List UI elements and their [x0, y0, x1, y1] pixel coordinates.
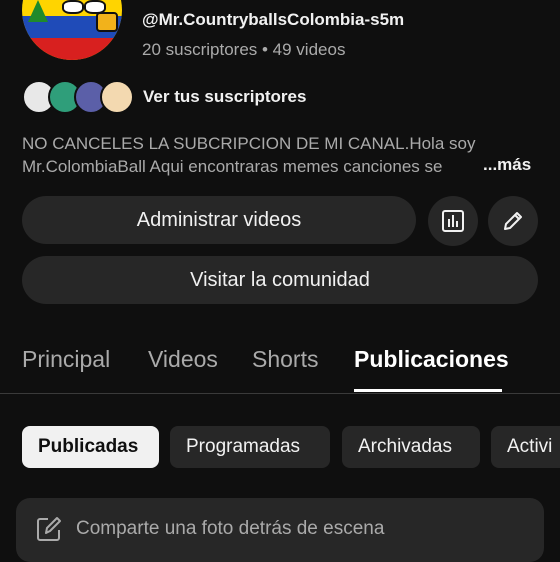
description-line: NO CANCELES LA SUBCRIPCION DE MI CANAL.H…: [22, 134, 476, 153]
more-link[interactable]: ...más: [483, 155, 531, 175]
visit-community-label: Visitar la comunidad: [190, 268, 370, 291]
channel-avatar[interactable]: [22, 0, 122, 60]
pencil-icon: [504, 212, 522, 230]
chip-label: Activi: [507, 436, 553, 457]
avatar-flag-red: [22, 38, 122, 60]
thumbs-up-icon: [96, 12, 118, 32]
tab-videos[interactable]: Videos: [148, 346, 218, 373]
tab-publicaciones[interactable]: Publicaciones: [354, 346, 509, 373]
description-fade: [440, 155, 480, 178]
tab-shorts[interactable]: Shorts: [252, 346, 318, 373]
description-text: Mr.ColombiaBall Aqui encontraras memes c…: [22, 157, 443, 176]
chip-label: Programadas: [186, 436, 301, 457]
chip-programadas[interactable]: Programadas: [170, 426, 330, 468]
channel-stats: 20 suscriptores • 49 videos: [142, 40, 346, 59]
chip-archivadas[interactable]: Archivadas: [342, 426, 480, 468]
subscriber-avatar: [100, 80, 134, 114]
chip-actividad[interactable]: Activi: [491, 426, 560, 468]
manage-videos-button[interactable]: Administrar videos: [22, 196, 416, 244]
tab-principal[interactable]: Principal: [22, 346, 110, 373]
compose-post-box[interactable]: Comparte una foto detrás de escena: [16, 498, 544, 562]
christmas-tree-icon: [28, 0, 48, 22]
compose-placeholder: Comparte una foto detrás de escena: [76, 518, 385, 539]
analytics-icon: [442, 210, 464, 232]
tabs-divider: [0, 393, 560, 394]
view-subscribers-link[interactable]: Ver tus suscriptores: [143, 87, 306, 107]
chip-label: Publicadas: [38, 436, 139, 457]
chip-publicadas[interactable]: Publicadas: [22, 426, 159, 468]
analytics-button[interactable]: [428, 196, 478, 246]
avatar-eye-left: [62, 0, 84, 14]
channel-handle: @Mr.CountryballsColombia-s5m: [142, 10, 405, 29]
manage-videos-label: Administrar videos: [136, 208, 302, 231]
description-line: Mr.ColombiaBall Aqui encontraras memes c…: [22, 155, 480, 178]
channel-description[interactable]: NO CANCELES LA SUBCRIPCION DE MI CANAL.H…: [22, 132, 542, 178]
active-tab-indicator: [354, 389, 502, 392]
visit-community-button[interactable]: Visitar la comunidad: [22, 256, 538, 304]
edit-channel-button[interactable]: [488, 196, 538, 246]
edit-square-icon: [37, 517, 61, 541]
chip-label: Archivadas: [358, 436, 452, 457]
subscriber-avatars[interactable]: [22, 80, 134, 114]
